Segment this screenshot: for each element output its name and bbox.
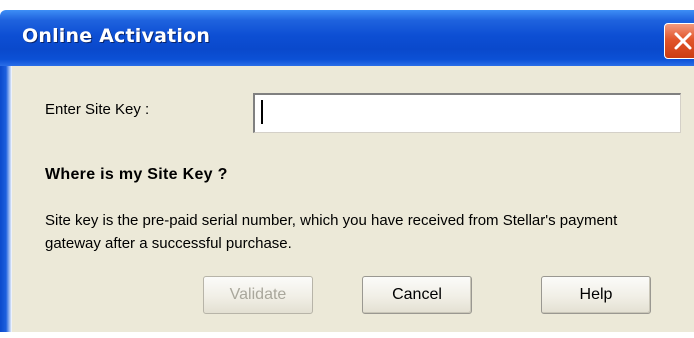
validate-button[interactable]: Validate [203,276,313,314]
window-left-border [0,66,12,338]
site-key-description: Site key is the pre-paid serial number, … [45,212,618,252]
cancel-button[interactable]: Cancel [362,276,472,314]
help-button[interactable]: Help [541,276,651,314]
close-icon [674,32,692,50]
online-activation-dialog: Online Activation Enter Site Key : Where… [0,0,694,338]
window-title: Online Activation [22,25,211,47]
window-bottom-border [0,332,694,338]
title-bar[interactable]: Online Activation [0,10,694,66]
text-caret [261,100,263,124]
site-key-help-heading: Where is my Site Key ? [45,166,228,183]
site-key-label: Enter Site Key : [45,101,150,118]
close-button[interactable] [664,23,694,59]
site-key-input[interactable] [253,93,681,133]
